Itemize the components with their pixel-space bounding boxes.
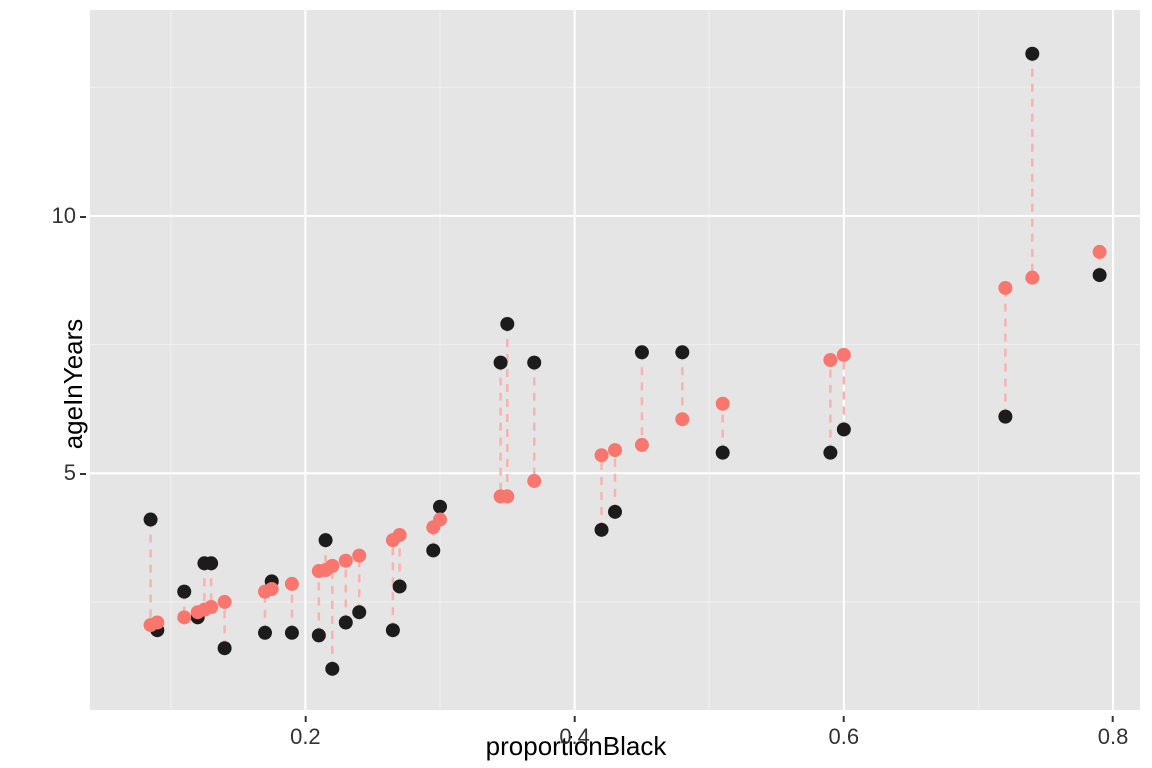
observed-point (635, 345, 649, 359)
observed-point (285, 626, 299, 640)
fitted-point (500, 489, 514, 503)
observed-point (325, 662, 339, 676)
observed-point (386, 623, 400, 637)
observed-point (1093, 268, 1107, 282)
observed-point (319, 533, 333, 547)
fitted-point (675, 412, 689, 426)
x-tick-label: 0.4 (559, 716, 590, 750)
observed-point (312, 628, 326, 642)
observed-point (595, 523, 609, 537)
observed-point (998, 410, 1012, 424)
chart-container: ageInYears proportionBlack 5100.20.40.60… (0, 0, 1152, 768)
fitted-point (325, 559, 339, 573)
y-tick-label: 10 (52, 203, 86, 229)
observed-point (500, 317, 514, 331)
fitted-point (716, 397, 730, 411)
fitted-point (608, 443, 622, 457)
observed-point (1025, 47, 1039, 61)
observed-point (433, 500, 447, 514)
fitted-point (177, 610, 191, 624)
fitted-point (393, 528, 407, 542)
observed-point (393, 579, 407, 593)
plot-area (90, 10, 1140, 710)
observed-point (144, 513, 158, 527)
fitted-point (1093, 245, 1107, 259)
fitted-point (204, 600, 218, 614)
fitted-point (998, 281, 1012, 295)
observed-point (177, 585, 191, 599)
observed-point (204, 556, 218, 570)
y-axis-title: ageInYears (58, 319, 89, 450)
fitted-point (823, 353, 837, 367)
x-tick-label: 0.6 (829, 716, 860, 750)
observed-point (352, 605, 366, 619)
fitted-point (595, 448, 609, 462)
fitted-point (218, 595, 232, 609)
observed-point (527, 356, 541, 370)
fitted-point (150, 616, 164, 630)
fitted-point (527, 474, 541, 488)
fitted-point (433, 513, 447, 527)
fitted-point (352, 549, 366, 563)
observed-point (258, 626, 272, 640)
observed-point (426, 543, 440, 557)
observed-point (608, 505, 622, 519)
observed-point (716, 446, 730, 460)
fitted-point (285, 577, 299, 591)
observed-point (494, 356, 508, 370)
fitted-point (635, 438, 649, 452)
fitted-point (339, 554, 353, 568)
data-layer (90, 10, 1140, 710)
fitted-point (265, 582, 279, 596)
observed-point (837, 422, 851, 436)
observed-point (823, 446, 837, 460)
fitted-point (837, 348, 851, 362)
observed-point (675, 345, 689, 359)
observed-point (339, 616, 353, 630)
observed-point (218, 641, 232, 655)
x-tick-label: 0.8 (1098, 716, 1129, 750)
y-tick-label: 5 (64, 460, 86, 486)
fitted-point (1025, 271, 1039, 285)
x-tick-label: 0.2 (290, 716, 321, 750)
